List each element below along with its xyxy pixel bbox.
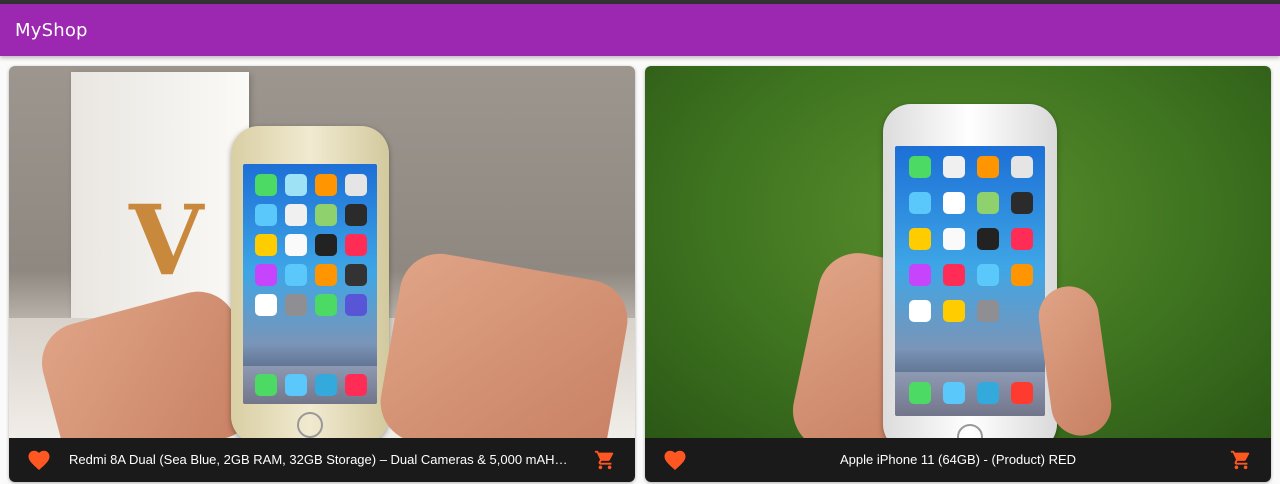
home-button-graphic: [957, 424, 983, 438]
heart-icon[interactable]: [663, 449, 687, 471]
app-bar: MyShop: [0, 4, 1280, 56]
phone-device: [231, 126, 389, 438]
product-image[interactable]: [645, 66, 1271, 438]
product-image[interactable]: V: [9, 66, 635, 438]
right-hand: [374, 247, 634, 438]
phone-screen: [243, 164, 377, 404]
product-title: Apple iPhone 11 (64GB) - (Product) RED: [839, 452, 1077, 467]
product-footer: Redmi 8A Dual (Sea Blue, 2GB RAM, 32GB S…: [9, 438, 635, 482]
product-card[interactable]: Apple iPhone 11 (64GB) - (Product) RED: [645, 66, 1271, 482]
product-footer: Apple iPhone 11 (64GB) - (Product) RED: [645, 438, 1271, 482]
home-button-graphic: [297, 412, 323, 438]
product-title: Redmi 8A Dual (Sea Blue, 2GB RAM, 32GB S…: [69, 452, 568, 467]
product-card[interactable]: V Redmi 8A Dual (Sea Blue, 2GB RAM, 32GB…: [9, 66, 635, 482]
heart-icon[interactable]: [27, 449, 51, 471]
app-title: MyShop: [15, 19, 88, 41]
box-logo: V: [129, 184, 204, 297]
shopping-cart-icon[interactable]: [1229, 449, 1253, 471]
phone-screen: [895, 146, 1045, 416]
product-grid: V Redmi 8A Dual (Sea Blue, 2GB RAM, 32GB…: [0, 56, 1280, 484]
shopping-cart-icon[interactable]: [593, 449, 617, 471]
phone-device: [883, 104, 1057, 438]
